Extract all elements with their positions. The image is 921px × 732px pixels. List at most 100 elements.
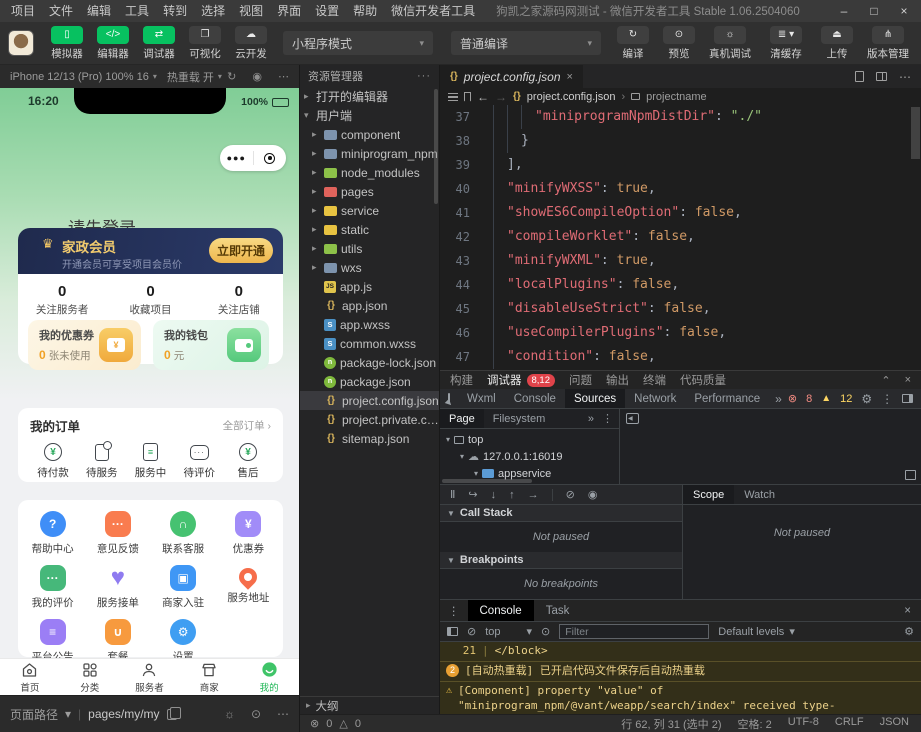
- tree-folder[interactable]: ▸wxs: [300, 258, 439, 277]
- status-item[interactable]: JSON: [880, 716, 909, 732]
- tab-item[interactable]: 分类: [60, 659, 120, 695]
- toolbar-button[interactable]: ▯模拟器: [44, 26, 90, 61]
- open-preview-icon[interactable]: [855, 71, 864, 82]
- panel-tab[interactable]: 调试器8,12: [487, 372, 555, 388]
- clear-console-icon[interactable]: ⊘: [467, 625, 476, 638]
- step-icon[interactable]: →: [528, 489, 539, 501]
- tree-folder[interactable]: ▸node_modules: [300, 163, 439, 182]
- devtools-tab[interactable]: Network: [625, 389, 685, 408]
- grid-item[interactable]: ∩联系客服: [151, 511, 216, 556]
- device-debug-icon[interactable]: ☼: [224, 707, 235, 721]
- console-filter-input[interactable]: [559, 624, 709, 639]
- menu-item[interactable]: 帮助: [346, 0, 384, 22]
- call-stack-header[interactable]: ▼ Call Stack: [440, 505, 682, 522]
- avatar[interactable]: [8, 30, 34, 56]
- tree-folder[interactable]: ▸service: [300, 201, 439, 220]
- menu-item[interactable]: 项目: [4, 0, 42, 22]
- device-select[interactable]: iPhone 12/13 (Pro) 100% 16: [10, 71, 149, 83]
- horizontal-scrollbar[interactable]: [442, 479, 532, 483]
- capsule-menu[interactable]: ●●●: [220, 145, 286, 171]
- grid-item[interactable]: ···意见反馈: [85, 511, 150, 556]
- error-count[interactable]: 8: [806, 393, 812, 405]
- tab-active[interactable]: 我的: [239, 659, 299, 695]
- menu-item[interactable]: 选择: [194, 0, 232, 22]
- console-tab[interactable]: Console: [468, 600, 534, 621]
- menu-item[interactable]: 文件: [42, 0, 80, 22]
- toolbar-button[interactable]: ☁云开发: [228, 26, 274, 61]
- scope-tab[interactable]: Scope: [683, 485, 734, 504]
- tree-file[interactable]: Scommon.wxss: [300, 334, 439, 353]
- panel-tab[interactable]: 输出: [606, 372, 629, 388]
- grid-item[interactable]: ···我的评价: [20, 565, 85, 610]
- console-sidebar-icon[interactable]: [447, 627, 458, 636]
- more-icon[interactable]: ⋯: [278, 70, 289, 83]
- hide-navigator-icon[interactable]: ◀: [626, 413, 639, 424]
- more-icon[interactable]: ⋯: [277, 707, 289, 721]
- panel-tab[interactable]: 代码质量: [680, 372, 726, 388]
- devtools-tab[interactable]: Performance: [685, 389, 769, 408]
- inspect-element-icon[interactable]: [448, 393, 450, 404]
- tree-file[interactable]: {}project.private.config.js...: [300, 410, 439, 429]
- tree-file[interactable]: npackage-lock.json: [300, 353, 439, 372]
- split-editor-icon[interactable]: [876, 72, 887, 81]
- devtools-tab[interactable]: Console: [505, 389, 565, 408]
- grid-item[interactable]: ¥优惠券: [216, 511, 281, 556]
- tree-node[interactable]: ▾top: [440, 431, 619, 448]
- grid-item[interactable]: ▣商家入驻: [151, 565, 216, 610]
- tree-folder[interactable]: ▸static: [300, 220, 439, 239]
- toolbar-button[interactable]: ❐可视化: [182, 26, 228, 61]
- copy-icon[interactable]: [167, 709, 177, 720]
- tab-item[interactable]: 服务者: [120, 659, 180, 695]
- tab-overflow-icon[interactable]: »: [769, 389, 788, 408]
- toolbar-button[interactable]: ⏏上传: [814, 26, 860, 61]
- scope-tab[interactable]: Watch: [734, 485, 785, 504]
- toolbar-button[interactable]: ≡详情: [916, 26, 921, 61]
- order-item[interactable]: ¥售后: [226, 442, 270, 480]
- deactivate-breakpoints-icon[interactable]: ⊘: [566, 488, 575, 501]
- gear-icon[interactable]: ⚙: [861, 392, 872, 406]
- order-item[interactable]: 待服务: [80, 442, 124, 480]
- kebab-menu-icon[interactable]: ⋮: [881, 392, 893, 406]
- outline-icon[interactable]: [448, 93, 458, 101]
- close-capsule-icon[interactable]: [254, 153, 287, 164]
- menu-item[interactable]: 界面: [270, 0, 308, 22]
- step-out-icon[interactable]: ↑: [509, 489, 515, 501]
- toolbar-button[interactable]: ⇄调试器: [136, 26, 182, 61]
- more-icon[interactable]: ●●●: [220, 153, 253, 163]
- log-line-number[interactable]: 21: [446, 644, 476, 659]
- menu-item[interactable]: 编辑: [80, 0, 118, 22]
- order-item[interactable]: ≡服务中: [129, 442, 173, 480]
- devtools-tab[interactable]: Sources: [565, 389, 625, 408]
- gear-icon[interactable]: ⚙: [904, 625, 914, 638]
- more-icon[interactable]: ···: [417, 70, 431, 82]
- stat-item[interactable]: 0关注店铺: [195, 283, 283, 317]
- tab-overflow-icon[interactable]: »: [588, 413, 594, 425]
- outline-section[interactable]: ▸ 大纲: [300, 696, 439, 714]
- explorer-section[interactable]: ▾用户端: [300, 106, 439, 125]
- tree-file[interactable]: {}project.config.json: [300, 391, 439, 410]
- refresh-icon[interactable]: ↻: [227, 70, 236, 83]
- bookmark-icon[interactable]: [464, 92, 471, 102]
- eye-icon[interactable]: ⊙: [541, 625, 550, 638]
- tree-folder[interactable]: ▸miniprogram_npm: [300, 144, 439, 163]
- console-log-row[interactable]: 2[自动热重载] 已开启代码文件保存后自动热重载: [440, 662, 921, 682]
- close-icon[interactable]: ×: [894, 600, 921, 621]
- maximize-button[interactable]: □: [861, 1, 887, 21]
- tree-file[interactable]: npackage.json: [300, 372, 439, 391]
- sidebar-tab[interactable]: Filesystem: [484, 409, 555, 428]
- menu-item[interactable]: 工具: [118, 0, 156, 22]
- close-button[interactable]: ×: [891, 1, 917, 21]
- close-icon[interactable]: ×: [567, 71, 573, 83]
- kebab-menu-icon[interactable]: ⋮: [440, 600, 468, 621]
- kebab-menu-icon[interactable]: ⋮: [602, 412, 613, 425]
- page-path-select[interactable]: 页面路径: [10, 706, 58, 723]
- explorer-scrollbar[interactable]: [434, 89, 438, 204]
- panel-tab[interactable]: 构建: [450, 372, 473, 388]
- editor-tab[interactable]: {} project.config.json ×: [440, 65, 583, 88]
- warning-count[interactable]: 12: [840, 393, 852, 405]
- coupon-card[interactable]: 我的优惠券0张未使用¥: [28, 320, 141, 370]
- console-tab[interactable]: Task: [534, 600, 582, 621]
- collapse-icon[interactable]: ⌃: [881, 374, 890, 387]
- back-icon[interactable]: ←: [477, 90, 489, 104]
- forward-icon[interactable]: →: [495, 90, 507, 104]
